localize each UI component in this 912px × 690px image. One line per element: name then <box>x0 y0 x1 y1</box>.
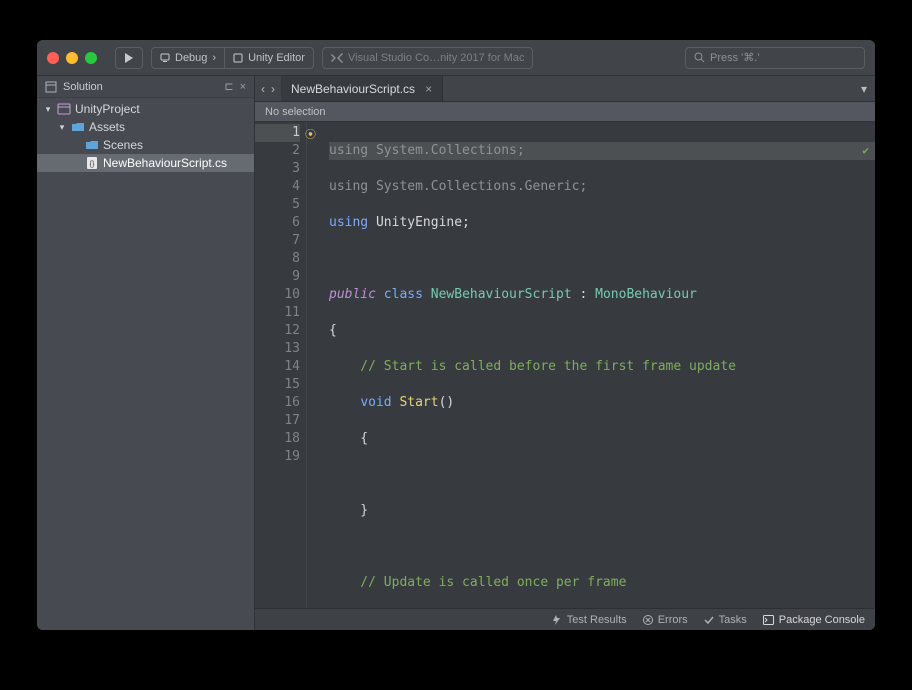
csharp-file-icon: {} <box>85 156 99 170</box>
solution-tree: ▾ UnityProject ▾ Assets Scenes {} <box>37 98 254 630</box>
status-label: Test Results <box>567 614 627 626</box>
error-icon <box>643 615 653 625</box>
line-number: 13 <box>255 340 300 358</box>
svg-text:{}: {} <box>90 161 95 168</box>
code-area[interactable]: 1⦿ 2 3 4 5 6 7 8 9 10 11 12 13 14 15 16 <box>255 122 875 608</box>
line-number: 1⦿ <box>255 124 300 142</box>
square-icon <box>233 53 243 63</box>
app-name-label: Visual Studio Co…nity 2017 for Mac <box>348 52 525 64</box>
tree-folder-assets[interactable]: ▾ Assets <box>37 118 254 136</box>
nav-arrows: ‹ › <box>255 76 281 101</box>
play-icon <box>124 53 134 63</box>
line-gutter: 1⦿ 2 3 4 5 6 7 8 9 10 11 12 13 14 15 16 <box>255 122 307 608</box>
editor-tab-label: NewBehaviourScript.cs <box>291 82 415 96</box>
line-number: 12 <box>255 322 300 340</box>
line-number: 5 <box>255 196 300 214</box>
minimize-window-button[interactable] <box>66 52 78 64</box>
tree-project-label: UnityProject <box>75 102 140 116</box>
pin-icon[interactable]: ⊏ <box>224 80 233 93</box>
editor-tabbar: ‹ › NewBehaviourScript.cs × ▾ <box>255 76 875 102</box>
status-package-console[interactable]: Package Console <box>763 614 865 626</box>
folder-icon <box>71 120 85 134</box>
line-number: 19 <box>255 448 300 466</box>
status-label: Tasks <box>719 614 747 626</box>
tree-folder-label: Scenes <box>103 138 143 152</box>
twisty-icon: ▾ <box>43 104 53 115</box>
app-name-pill: Visual Studio Co…nity 2017 for Mac <box>322 47 534 69</box>
tab-close-button[interactable]: × <box>425 82 432 96</box>
statusbar: Test Results Errors Tasks Package Consol… <box>255 608 875 630</box>
visualstudio-icon <box>331 53 343 63</box>
tree-file-label: NewBehaviourScript.cs <box>103 156 227 170</box>
twisty-icon: ▾ <box>57 122 67 133</box>
line-number: 9 <box>255 268 300 286</box>
titlebar: Debug › Unity Editor Visual Studio Co…ni… <box>37 40 875 76</box>
status-tasks[interactable]: Tasks <box>704 614 747 626</box>
app-window: Debug › Unity Editor Visual Studio Co…ni… <box>37 40 875 630</box>
project-icon <box>57 102 71 116</box>
app-body: Solution ⊏ × ▾ UnityProject ▾ Assets <box>37 76 875 630</box>
breadcrumb-bar[interactable]: No selection <box>255 102 875 122</box>
line-number: 7 <box>255 232 300 250</box>
target-selector[interactable]: Unity Editor <box>225 47 314 69</box>
line-number: 18 <box>255 430 300 448</box>
status-label: Package Console <box>779 614 865 626</box>
tree-folder-label: Assets <box>89 120 125 134</box>
console-icon <box>763 615 774 625</box>
close-window-button[interactable] <box>47 52 59 64</box>
nav-forward-button[interactable]: › <box>271 82 275 96</box>
config-label: Debug <box>175 52 207 64</box>
line-number: 6 <box>255 214 300 232</box>
line-number: 15 <box>255 376 300 394</box>
run-config-group: Debug › Unity Editor <box>151 47 314 69</box>
chevron-right-icon: › <box>212 52 216 64</box>
check-icon <box>704 615 714 625</box>
run-button[interactable] <box>115 47 143 69</box>
line-number: 2 <box>255 142 300 160</box>
editor-tab[interactable]: NewBehaviourScript.cs × <box>281 76 443 101</box>
line-number: 11 <box>255 304 300 322</box>
code-text[interactable]: using System.Collections; using System.C… <box>307 122 875 608</box>
line-number: 3 <box>255 160 300 178</box>
solution-panel-title: Solution <box>63 81 103 93</box>
tree-file-script[interactable]: {} NewBehaviourScript.cs <box>37 154 254 172</box>
line-number: 8 <box>255 250 300 268</box>
breadcrumb-label: No selection <box>265 106 326 118</box>
line-number: 16 <box>255 394 300 412</box>
target-label: Unity Editor <box>248 52 305 64</box>
status-label: Errors <box>658 614 688 626</box>
device-icon <box>160 53 170 63</box>
folder-icon <box>85 138 99 152</box>
window-controls <box>47 52 97 64</box>
panel-close-icon[interactable]: × <box>240 81 246 93</box>
solution-panel-header: Solution ⊏ × <box>37 76 254 98</box>
bolt-icon <box>552 615 562 625</box>
search-placeholder: Press '⌘.' <box>710 51 759 64</box>
status-test-results[interactable]: Test Results <box>552 614 627 626</box>
solution-sidebar: Solution ⊏ × ▾ UnityProject ▾ Assets <box>37 76 255 630</box>
line-number: 10 <box>255 286 300 304</box>
tab-overflow-button[interactable]: ▾ <box>853 76 875 101</box>
editor-pane: ‹ › NewBehaviourScript.cs × ▾ No selecti… <box>255 76 875 630</box>
tree-project-row[interactable]: ▾ UnityProject <box>37 100 254 118</box>
line-number: 4 <box>255 178 300 196</box>
tree-folder-scenes[interactable]: Scenes <box>37 136 254 154</box>
nav-back-button[interactable]: ‹ <box>261 82 265 96</box>
config-selector[interactable]: Debug › <box>151 47 225 69</box>
line-number: 17 <box>255 412 300 430</box>
status-errors[interactable]: Errors <box>643 614 688 626</box>
zoom-window-button[interactable] <box>85 52 97 64</box>
search-icon <box>694 52 705 63</box>
search-box[interactable]: Press '⌘.' <box>685 47 865 69</box>
line-number: 14 <box>255 358 300 376</box>
solution-icon <box>45 81 57 93</box>
